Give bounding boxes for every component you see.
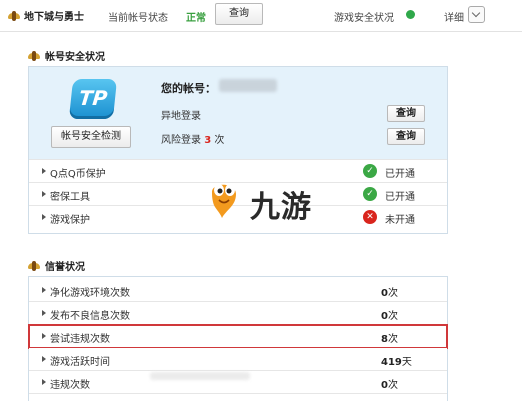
expand-arrow-icon — [42, 356, 46, 362]
credit-value: 0次 — [381, 311, 398, 322]
protection-label: 密保工具 — [50, 192, 90, 203]
credit-row-clean-env[interactable]: 净化游戏环境次数 0次 — [29, 279, 447, 302]
check-icon: ✓ — [363, 164, 377, 178]
account-status-value: 正常 — [186, 13, 206, 24]
credit-label: 净化游戏环境次数 — [50, 288, 130, 299]
credit-label: 违规次数 — [50, 380, 90, 391]
jiuyou-watermark: 九游 — [206, 178, 316, 225]
top-status-bar: 地下城与勇士 当前帐号状态 正常 查询 游戏安全状况 详细 — [0, 0, 522, 32]
credit-status-panel: 净化游戏环境次数 0次 发布不良信息次数 0次 尝试违规次数 8次 游戏活跃时间… — [28, 276, 448, 401]
expand-arrow-icon — [42, 214, 46, 220]
risk-login-label: 风险登录 3 次 — [161, 131, 224, 146]
game-name: 地下城与勇士 — [24, 12, 84, 23]
tp-logo-text: TP — [77, 86, 109, 110]
protection-label: Q点Q币保护 — [50, 169, 106, 180]
tp-logo-icon: TP — [68, 79, 118, 119]
account-security-title: 帐号安全状况 — [28, 48, 105, 63]
section-wing-icon — [28, 260, 40, 271]
credit-value: 419天 — [381, 357, 412, 368]
expand-arrow-icon — [42, 333, 46, 339]
game-safety-label: 游戏安全状况 — [334, 13, 394, 24]
cross-icon: ✕ — [363, 210, 377, 224]
account-label: 您的帐号： — [161, 82, 216, 95]
blurred-watermark-strip — [150, 372, 250, 380]
safety-status-dot-icon — [406, 10, 415, 19]
watermark-text: 九游 — [250, 190, 312, 225]
account-security-title-text: 帐号安全状况 — [45, 52, 105, 63]
expand-arrow-icon — [42, 168, 46, 174]
top-query-button[interactable]: 查询 — [215, 3, 263, 25]
protection-status: 未开通 — [385, 215, 415, 226]
section-wing-icon — [28, 50, 40, 61]
detail-expand-button[interactable] — [468, 6, 485, 23]
check-icon: ✓ — [363, 187, 377, 201]
risk-login-count: 3 — [204, 135, 212, 146]
credit-status-title-text: 信誉状况 — [45, 262, 85, 273]
credit-label: 发布不良信息次数 — [50, 311, 130, 322]
expand-arrow-icon — [42, 191, 46, 197]
account-status-label: 当前帐号状态 — [108, 13, 168, 24]
remote-login-query-button[interactable]: 查询 — [387, 105, 425, 122]
risk-login-prefix: 风险登录 — [161, 135, 201, 146]
jiuyou-mascot-icon — [212, 184, 236, 218]
remote-login-label: 异地登录 — [161, 111, 201, 122]
credit-row-bad-info[interactable]: 发布不良信息次数 0次 — [29, 302, 447, 325]
credit-label: 游戏活跃时间 — [50, 357, 110, 368]
game-wing-icon — [8, 10, 20, 21]
game-title: 地下城与勇士 — [8, 8, 84, 23]
protection-label: 游戏保护 — [50, 215, 90, 226]
credit-row-attempted-violations[interactable]: 尝试违规次数 8次 — [28, 324, 448, 349]
credit-value: 8次 — [381, 334, 398, 345]
detail-label: 详细 — [444, 13, 464, 24]
expand-arrow-icon — [42, 310, 46, 316]
risk-login-suffix: 次 — [214, 135, 225, 146]
risk-login-query-button[interactable]: 查询 — [387, 128, 425, 145]
credit-value: 0次 — [381, 288, 398, 299]
credit-row-active-time[interactable]: 游戏活跃时间 419天 — [29, 348, 447, 371]
expand-arrow-icon — [42, 287, 46, 293]
credit-value: 0次 — [381, 380, 398, 391]
account-security-check-button[interactable]: 帐号安全检测 — [51, 126, 131, 148]
account-info-box: TP 帐号安全检测 您的帐号： 异地登录 查询 风险登录 3 次 查询 — [29, 67, 447, 159]
credit-label: 尝试违规次数 — [50, 334, 110, 345]
protection-status: 已开通 — [385, 169, 415, 180]
protection-status: 已开通 — [385, 192, 415, 203]
expand-arrow-icon — [42, 379, 46, 385]
credit-status-title: 信誉状况 — [28, 258, 85, 273]
account-id-redacted — [219, 79, 277, 92]
